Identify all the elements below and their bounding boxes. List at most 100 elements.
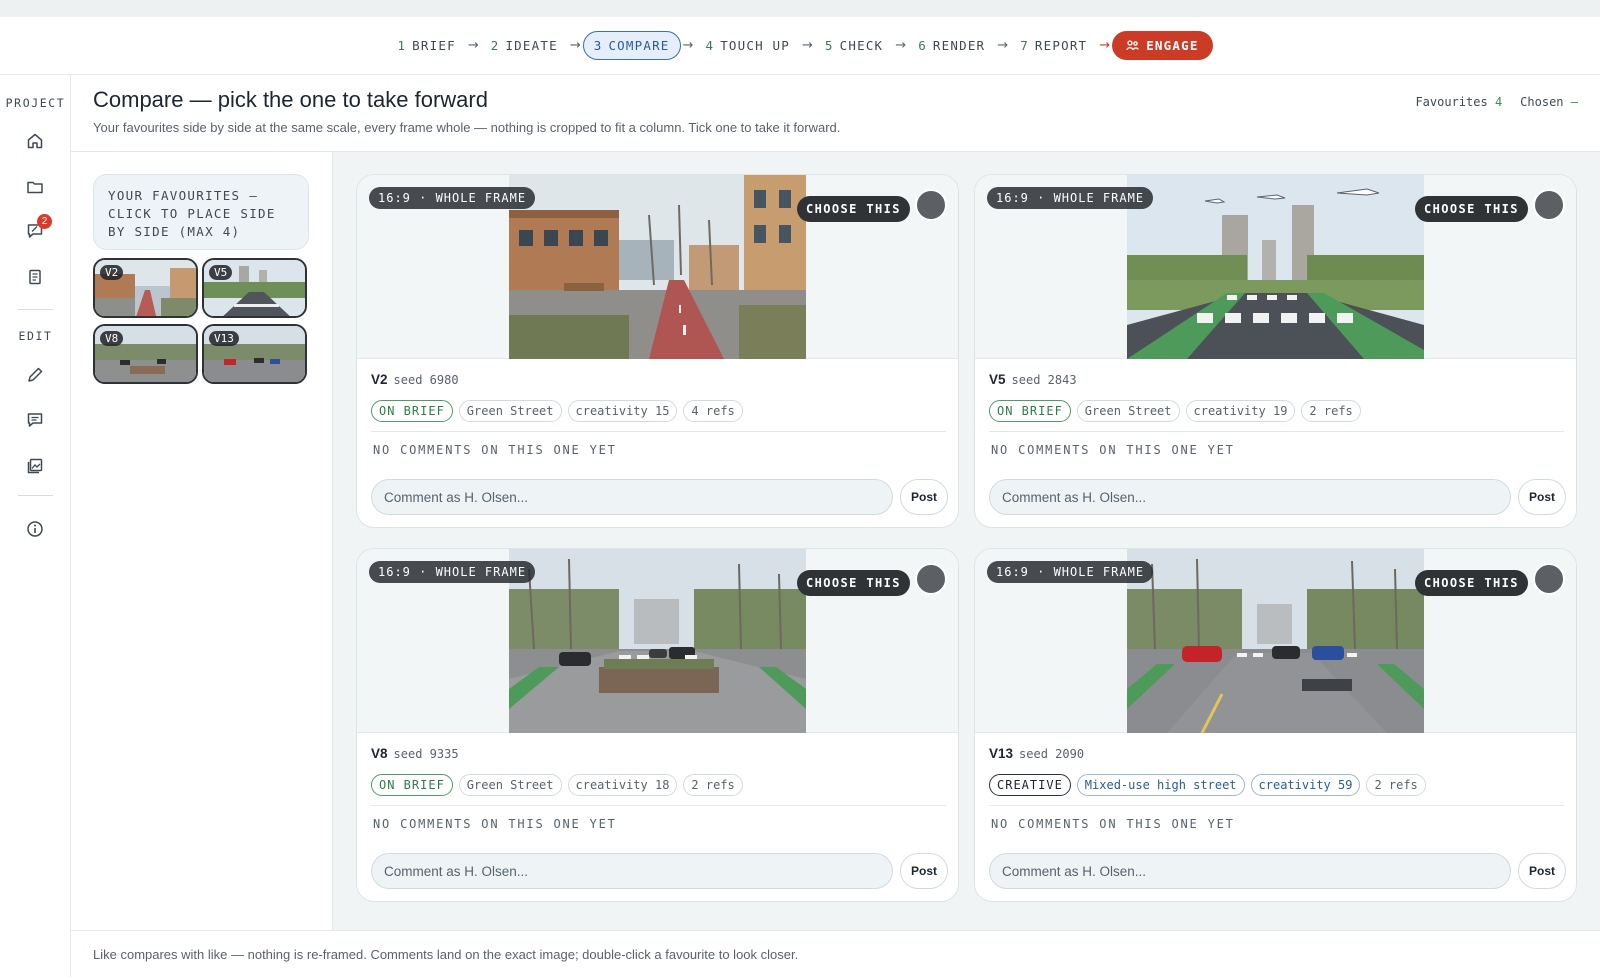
step-arrow: → bbox=[1099, 38, 1111, 53]
frame-area: 16:9 · WHOLE FRAME CHOOSE THIS bbox=[975, 549, 1576, 733]
choose-this-button[interactable]: CHOOSE THIS bbox=[797, 570, 910, 596]
style-tag: Green Street bbox=[458, 774, 562, 796]
step-ideate[interactable]: 2 IDEATE bbox=[481, 32, 568, 59]
render-illustration bbox=[509, 175, 806, 359]
engage-button[interactable]: ENGAGE bbox=[1112, 31, 1213, 60]
choose-this-button[interactable]: CHOOSE THIS bbox=[1415, 196, 1528, 222]
favourites-stat[interactable]: Favourites 4 bbox=[1415, 95, 1502, 109]
render-image[interactable] bbox=[509, 175, 806, 359]
variant-heading: V13 seed 2090 bbox=[989, 746, 1085, 761]
style-tag: Green Street bbox=[458, 400, 562, 422]
step-arrow: → bbox=[682, 38, 694, 53]
comment-input[interactable] bbox=[371, 479, 893, 515]
card-divider bbox=[989, 805, 1564, 806]
favourite-thumb-v13[interactable]: V13 bbox=[202, 324, 307, 384]
on-brief-tag: ON BRIEF bbox=[371, 400, 453, 422]
select-radio[interactable] bbox=[1533, 563, 1565, 595]
variant-heading: V8 seed 9335 bbox=[371, 746, 459, 761]
post-button[interactable]: Post bbox=[900, 853, 948, 889]
render-illustration bbox=[509, 549, 806, 733]
comment-input[interactable] bbox=[989, 479, 1511, 515]
render-illustration bbox=[1127, 549, 1424, 733]
favourites-panel: YOUR FAVOURITES — CLICK TO PLACE SIDE BY… bbox=[71, 152, 333, 930]
select-radio[interactable] bbox=[1533, 189, 1565, 221]
step-compare[interactable]: 3 COMPARE bbox=[582, 31, 681, 60]
page-header: Compare — pick the one to take forward Y… bbox=[71, 75, 1600, 152]
compare-card-v2: 16:9 · WHOLE FRAME CHOOSE THIS V2 seed 69… bbox=[356, 174, 959, 528]
step-touch-up[interactable]: 4 TOUCH UP bbox=[695, 32, 800, 59]
on-brief-tag: ON BRIEF bbox=[989, 400, 1071, 422]
sidebar-divider bbox=[18, 309, 53, 310]
frame-area: 16:9 · WHOLE FRAME CHOOSE THIS bbox=[357, 175, 958, 359]
chosen-stat: Chosen — bbox=[1520, 95, 1578, 109]
favourite-thumb-v5[interactable]: V5 bbox=[202, 258, 307, 318]
frame-area: 16:9 · WHOLE FRAME CHOOSE THIS bbox=[357, 549, 958, 733]
comment-input[interactable] bbox=[989, 853, 1511, 889]
top-strip bbox=[0, 0, 1600, 17]
feedback-icon[interactable]: 2 bbox=[24, 214, 52, 242]
page-title: Compare — pick the one to take forward bbox=[93, 87, 488, 112]
comment-icon[interactable] bbox=[24, 409, 46, 431]
people-icon bbox=[1126, 40, 1139, 51]
post-button[interactable]: Post bbox=[900, 479, 948, 515]
frame-tag: 16:9 · WHOLE FRAME bbox=[369, 187, 536, 209]
render-image[interactable] bbox=[1127, 549, 1424, 733]
style-tag: Mixed-use high street bbox=[1076, 774, 1245, 796]
variant-tags: ON BRIEF Green Street creativity 19 2 re… bbox=[989, 400, 1361, 422]
select-radio[interactable] bbox=[915, 189, 947, 221]
compare-card-v8: 16:9 · WHOLE FRAME CHOOSE THIS V8 seed 93… bbox=[356, 548, 959, 902]
frame-tag: 16:9 · WHOLE FRAME bbox=[369, 561, 536, 583]
sidebar-section-edit: EDIT bbox=[18, 329, 53, 343]
footer-hint: Like compares with like — nothing is re-… bbox=[93, 947, 799, 962]
info-icon[interactable] bbox=[24, 518, 46, 540]
variant-tags: ON BRIEF Green Street creativity 18 2 re… bbox=[371, 774, 743, 796]
sidebar-divider bbox=[18, 495, 53, 496]
step-report[interactable]: 7 REPORT bbox=[1010, 32, 1097, 59]
comment-input[interactable] bbox=[371, 853, 893, 889]
step-check[interactable]: 5 CHECK bbox=[815, 32, 893, 59]
style-tag: Green Street bbox=[1076, 400, 1180, 422]
render-image[interactable] bbox=[509, 549, 806, 733]
on-brief-tag: ON BRIEF bbox=[371, 774, 453, 796]
compare-card-v5: 16:9 · WHOLE FRAME CHOOSE THIS V5 seed 28… bbox=[974, 174, 1577, 528]
step-arrow: → bbox=[467, 38, 479, 53]
post-button[interactable]: Post bbox=[1518, 853, 1566, 889]
pencil-icon[interactable] bbox=[24, 364, 46, 386]
sidebar-section-project: PROJECT bbox=[5, 96, 66, 110]
creativity-tag: creativity 15 bbox=[567, 400, 678, 422]
footer-bar: Like compares with like — nothing is re-… bbox=[71, 930, 1600, 977]
variant-heading: V5 seed 2843 bbox=[989, 372, 1077, 387]
folder-icon[interactable] bbox=[24, 176, 46, 198]
refs-tag: 2 refs bbox=[683, 774, 743, 796]
choose-this-button[interactable]: CHOOSE THIS bbox=[1415, 570, 1528, 596]
render-illustration bbox=[1127, 175, 1424, 359]
creativity-tag: creativity 19 bbox=[1185, 400, 1296, 422]
select-radio[interactable] bbox=[915, 563, 947, 595]
post-button[interactable]: Post bbox=[1518, 479, 1566, 515]
frame-tag: 16:9 · WHOLE FRAME bbox=[987, 187, 1154, 209]
frame-area: 16:9 · WHOLE FRAME CHOOSE THIS bbox=[975, 175, 1576, 359]
step-brief[interactable]: 1 BRIEF bbox=[387, 32, 465, 59]
favourite-thumb-v2[interactable]: V2 bbox=[93, 258, 198, 318]
no-comments-text: NO COMMENTS ON THIS ONE YET bbox=[373, 443, 617, 457]
no-comments-text: NO COMMENTS ON THIS ONE YET bbox=[991, 817, 1235, 831]
favourite-thumb-v8[interactable]: V8 bbox=[93, 324, 198, 384]
creativity-tag: creativity 59 bbox=[1250, 774, 1361, 796]
frame-tag: 16:9 · WHOLE FRAME bbox=[987, 561, 1154, 583]
card-divider bbox=[989, 431, 1564, 432]
variant-tags: CREATIVE Mixed-use high street creativit… bbox=[989, 774, 1426, 796]
step-arrow: → bbox=[997, 38, 1009, 53]
refs-tag: 2 refs bbox=[1301, 400, 1361, 422]
step-render[interactable]: 6 RENDER bbox=[908, 32, 995, 59]
home-icon[interactable] bbox=[24, 130, 46, 152]
choose-this-button[interactable]: CHOOSE THIS bbox=[797, 196, 910, 222]
render-image[interactable] bbox=[1127, 175, 1424, 359]
variant-heading: V2 seed 6980 bbox=[371, 372, 459, 387]
page-subtitle: Your favourites side by side at the same… bbox=[93, 120, 841, 135]
refs-tag: 2 refs bbox=[1366, 774, 1426, 796]
document-icon[interactable] bbox=[24, 266, 46, 288]
no-comments-text: NO COMMENTS ON THIS ONE YET bbox=[373, 817, 617, 831]
refs-tag: 4 refs bbox=[683, 400, 743, 422]
header-stats: Favourites 4 Chosen — bbox=[1415, 95, 1578, 109]
gallery-icon[interactable] bbox=[24, 455, 46, 477]
